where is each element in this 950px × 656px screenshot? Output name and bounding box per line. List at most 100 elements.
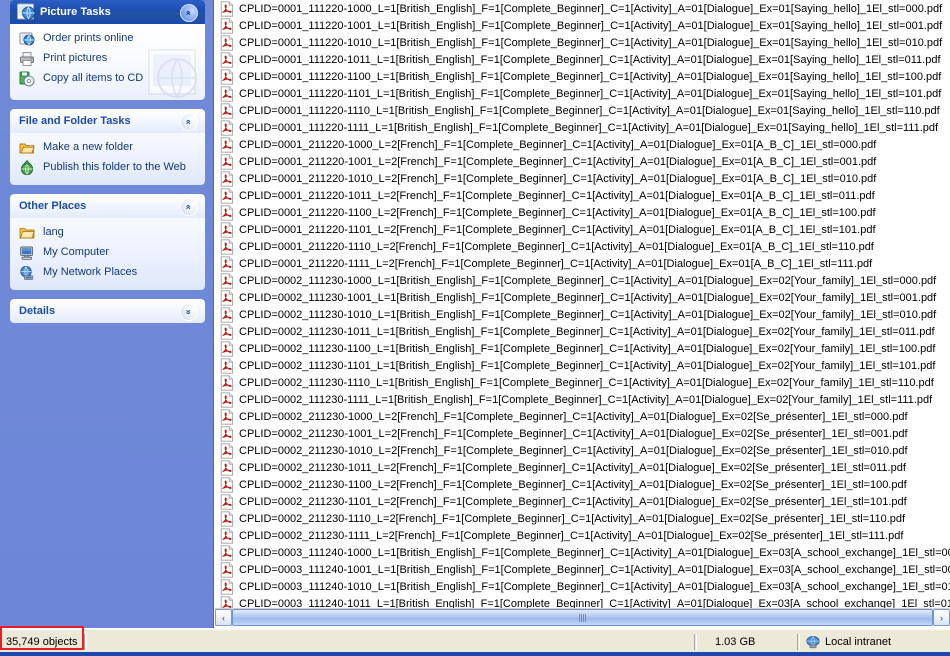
file-row[interactable]: CPLID=0002_211230-1010_L=2[French]_F=1[C…	[215, 442, 950, 459]
file-row[interactable]: CPLID=0002_111230-1101_L=1[British_Engli…	[215, 357, 950, 374]
file-name-label: CPLID=0002_111230-1000_L=1[British_Engli…	[239, 274, 937, 287]
chevron-down-icon[interactable]: »	[180, 303, 198, 321]
file-row[interactable]: CPLID=0002_211230-1000_L=2[French]_F=1[C…	[215, 408, 950, 425]
file-row[interactable]: CPLID=0003_111240-1000_L=1[British_Engli…	[215, 544, 950, 561]
pdf-icon	[219, 85, 235, 102]
file-row[interactable]: CPLID=0002_111230-1100_L=1[British_Engli…	[215, 340, 950, 357]
printer-icon	[19, 51, 37, 67]
task-item-copy-all-items-to-cd[interactable]: Copy all items to CD	[19, 71, 199, 87]
folder-icon	[19, 225, 37, 241]
scroll-track[interactable]	[232, 609, 933, 626]
pdf-icon	[219, 119, 235, 136]
task-item-my-network-places[interactable]: My Network Places	[19, 265, 199, 281]
file-row[interactable]: CPLID=0002_211230-1001_L=2[French]_F=1[C…	[215, 425, 950, 442]
pdf-icon	[219, 425, 235, 442]
file-row[interactable]: CPLID=0002_111230-1011_L=1[British_Engli…	[215, 323, 950, 340]
chevron-up-icon[interactable]: «	[180, 4, 198, 22]
file-name-label: CPLID=0001_211220-1111_L=2[French]_F=1[C…	[239, 257, 873, 270]
scroll-right-button[interactable]: ›	[933, 609, 950, 626]
task-item-label: Make a new folder	[43, 141, 133, 153]
task-item-lang[interactable]: lang	[19, 225, 199, 241]
status-object-count: 35,749 objects	[6, 635, 78, 648]
window-bottom-border	[0, 652, 950, 656]
file-name-label: CPLID=0003_111240-1001_L=1[British_Engli…	[239, 563, 950, 576]
task-item-label: Copy all items to CD	[43, 72, 144, 84]
task-item-order-prints-online[interactable]: Order prints online	[19, 31, 199, 47]
task-panel-picture-tasks: Picture Tasks « Order prints online Print…	[10, 0, 205, 100]
file-row[interactable]: CPLID=0001_211220-1101_L=2[French]_F=1[C…	[215, 221, 950, 238]
task-item-print-pictures[interactable]: Print pictures	[19, 51, 199, 67]
file-row[interactable]: CPLID=0003_111240-1011_L=1[British_Engli…	[215, 595, 950, 608]
file-row[interactable]: CPLID=0001_211220-1011_L=2[French]_F=1[C…	[215, 187, 950, 204]
file-row[interactable]: CPLID=0001_111220-1000_L=1[British_Engli…	[215, 0, 950, 17]
file-name-label: CPLID=0001_111220-1100_L=1[British_Engli…	[239, 70, 942, 83]
pdf-icon	[219, 408, 235, 425]
file-row[interactable]: CPLID=0001_111220-1111_L=1[British_Engli…	[215, 119, 950, 136]
file-row[interactable]: CPLID=0001_111220-1010_L=1[British_Engli…	[215, 34, 950, 51]
file-row[interactable]: CPLID=0001_211220-1100_L=2[French]_F=1[C…	[215, 204, 950, 221]
file-row[interactable]: CPLID=0002_211230-1100_L=2[French]_F=1[C…	[215, 476, 950, 493]
file-name-label: CPLID=0001_211220-1000_L=2[French]_F=1[C…	[239, 138, 877, 151]
pdf-icon	[219, 272, 235, 289]
task-item-publish-this-folder-to-the-web[interactable]: Publish this folder to the Web	[19, 160, 199, 176]
pdf-icon	[219, 255, 235, 272]
file-row[interactable]: CPLID=0002_111230-1110_L=1[British_Engli…	[215, 374, 950, 391]
pdf-icon	[219, 136, 235, 153]
file-name-label: CPLID=0002_211230-1111_L=2[French]_F=1[C…	[239, 529, 904, 542]
pdf-icon	[219, 561, 235, 578]
file-name-label: CPLID=0002_211230-1011_L=2[French]_F=1[C…	[239, 461, 906, 474]
pdf-icon	[219, 459, 235, 476]
file-row[interactable]: CPLID=0002_211230-1111_L=2[French]_F=1[C…	[215, 527, 950, 544]
file-row[interactable]: CPLID=0001_111220-1011_L=1[British_Engli…	[215, 51, 950, 68]
file-row[interactable]: CPLID=0001_211220-1111_L=2[French]_F=1[C…	[215, 255, 950, 272]
chevron-up-icon[interactable]: «	[180, 198, 198, 216]
file-row[interactable]: CPLID=0001_111220-1101_L=1[British_Engli…	[215, 85, 950, 102]
file-name-label: CPLID=0001_211220-1100_L=2[French]_F=1[C…	[239, 206, 876, 219]
scroll-left-button[interactable]: ‹	[215, 609, 232, 626]
task-item-label: Publish this folder to the Web	[43, 161, 186, 173]
file-list[interactable]: CPLID=0001_111220-1000_L=1[British_Engli…	[215, 0, 950, 608]
panel-header[interactable]: Picture Tasks «	[10, 0, 205, 24]
file-row[interactable]: CPLID=0002_211230-1101_L=2[French]_F=1[C…	[215, 493, 950, 510]
file-name-label: CPLID=0001_111220-1111_L=1[British_Engli…	[239, 121, 939, 134]
file-row[interactable]: CPLID=0001_111220-1100_L=1[British_Engli…	[215, 68, 950, 85]
order-prints-icon	[19, 31, 37, 47]
task-item-label: My Computer	[43, 246, 110, 258]
file-row[interactable]: CPLID=0001_111220-1001_L=1[British_Engli…	[215, 17, 950, 34]
file-row[interactable]: CPLID=0002_111230-1000_L=1[British_Engli…	[215, 272, 950, 289]
picture-tasks-icon	[16, 2, 36, 22]
panel-header[interactable]: File and Folder Tasks «	[10, 109, 205, 133]
pdf-icon	[219, 476, 235, 493]
file-row[interactable]: CPLID=0001_111220-1110_L=1[British_Engli…	[215, 102, 950, 119]
task-panel-other-places: Other Places « lang My Computer My Networ…	[10, 194, 205, 290]
pdf-icon	[219, 221, 235, 238]
file-row[interactable]: CPLID=0002_111230-1111_L=1[British_Engli…	[215, 391, 950, 408]
pdf-icon	[219, 391, 235, 408]
task-item-make-a-new-folder[interactable]: Make a new folder	[19, 140, 199, 156]
file-row[interactable]: CPLID=0001_211220-1001_L=2[French]_F=1[C…	[215, 153, 950, 170]
file-row[interactable]: CPLID=0002_211230-1110_L=2[French]_F=1[C…	[215, 510, 950, 527]
file-row[interactable]: CPLID=0001_211220-1010_L=2[French]_F=1[C…	[215, 170, 950, 187]
file-row[interactable]: CPLID=0003_111240-1001_L=1[British_Engli…	[215, 561, 950, 578]
task-item-my-computer[interactable]: My Computer	[19, 245, 199, 261]
file-row[interactable]: CPLID=0003_111240-1010_L=1[British_Engli…	[215, 578, 950, 595]
scroll-thumb[interactable]	[232, 609, 933, 626]
horizontal-scrollbar[interactable]: ‹ ›	[215, 608, 950, 626]
panel-header[interactable]: Details »	[10, 299, 205, 323]
chevron-up-icon[interactable]: «	[180, 113, 198, 131]
file-row[interactable]: CPLID=0002_211230-1011_L=2[French]_F=1[C…	[215, 459, 950, 476]
file-name-label: CPLID=0002_111230-1100_L=1[British_Engli…	[239, 342, 936, 355]
file-name-label: CPLID=0001_111220-1000_L=1[British_Engli…	[239, 2, 943, 15]
file-row[interactable]: CPLID=0002_111230-1010_L=1[British_Engli…	[215, 306, 950, 323]
file-row[interactable]: CPLID=0002_111230-1001_L=1[British_Engli…	[215, 289, 950, 306]
file-name-label: CPLID=0001_211220-1001_L=2[French]_F=1[C…	[239, 155, 877, 168]
file-name-label: CPLID=0002_111230-1010_L=1[British_Engli…	[239, 308, 937, 321]
file-name-label: CPLID=0001_111220-1001_L=1[British_Engli…	[239, 19, 943, 32]
file-row[interactable]: CPLID=0001_211220-1000_L=2[French]_F=1[C…	[215, 136, 950, 153]
panel-header[interactable]: Other Places «	[10, 194, 205, 218]
file-name-label: CPLID=0003_111240-1010_L=1[British_Engli…	[239, 580, 950, 593]
publish-web-icon	[19, 160, 37, 176]
task-item-label: My Network Places	[43, 266, 138, 278]
file-row[interactable]: CPLID=0001_211220-1110_L=2[French]_F=1[C…	[215, 238, 950, 255]
file-name-label: CPLID=0001_111220-1110_L=1[British_Engli…	[239, 104, 940, 117]
